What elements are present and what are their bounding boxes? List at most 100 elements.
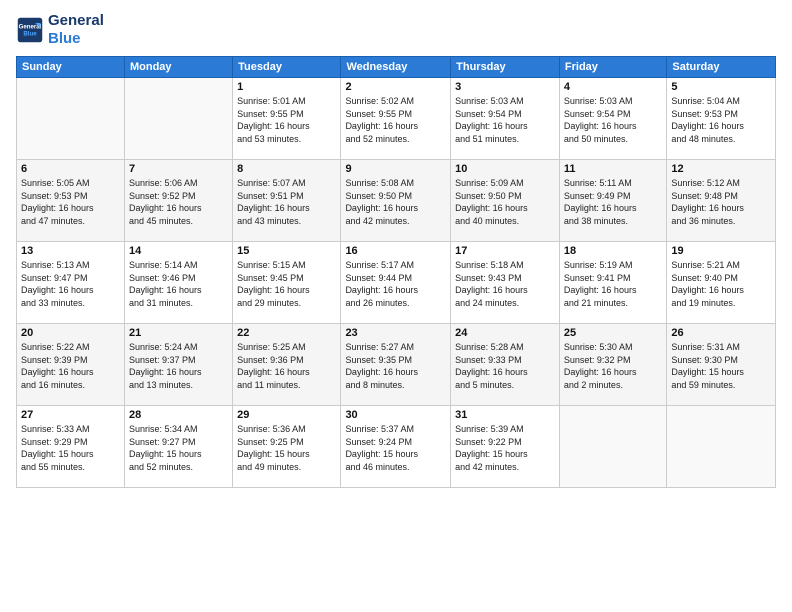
calendar-cell: 26 Sunrise: 5:31 AM Sunset: 9:30 PM Dayli… <box>667 324 776 406</box>
calendar-cell: 21Sunrise: 5:24 AM Sunset: 9:37 PM Dayli… <box>124 324 232 406</box>
day-info: Sunrise: 5:17 AM Sunset: 9:44 PM Dayligh… <box>345 259 446 309</box>
day-number: 27 <box>21 409 120 421</box>
calendar-cell <box>559 406 666 488</box>
day-number: 8 <box>237 163 336 175</box>
col-header-saturday: Saturday <box>667 57 776 78</box>
day-number: 26 <box>671 327 771 339</box>
day-info: Sunrise: 5:30 AM Sunset: 9:32 PM Dayligh… <box>564 341 662 391</box>
day-number: 12 <box>671 163 771 175</box>
day-info: Sunrise: 5:22 AM Sunset: 9:39 PM Dayligh… <box>21 341 120 391</box>
calendar-cell: 9Sunrise: 5:08 AM Sunset: 9:50 PM Daylig… <box>341 160 451 242</box>
day-info: Sunrise: 5:11 AM Sunset: 9:49 PM Dayligh… <box>564 177 662 227</box>
svg-text:Blue: Blue <box>23 30 37 37</box>
day-info: Sunrise: 5:14 AM Sunset: 9:46 PM Dayligh… <box>129 259 228 309</box>
day-number: 11 <box>564 163 662 175</box>
day-info: Sunrise: 5:05 AM Sunset: 9:53 PM Dayligh… <box>21 177 120 227</box>
calendar-cell: 2 Sunrise: 5:02 AM Sunset: 9:55 PM Daylig… <box>341 78 451 160</box>
calendar-cell <box>124 78 232 160</box>
logo: General Blue General Blue <box>16 12 104 48</box>
day-info: Sunrise: 5:24 AM Sunset: 9:37 PM Dayligh… <box>129 341 228 391</box>
day-number: 25 <box>564 327 662 339</box>
col-header-friday: Friday <box>559 57 666 78</box>
day-info: Sunrise: 5:07 AM Sunset: 9:51 PM Dayligh… <box>237 177 336 227</box>
day-number: 3 <box>455 81 555 93</box>
calendar: SundayMondayTuesdayWednesdayThursdayFrid… <box>16 56 776 488</box>
col-header-thursday: Thursday <box>451 57 560 78</box>
day-number: 18 <box>564 245 662 257</box>
calendar-cell: 25 Sunrise: 5:30 AM Sunset: 9:32 PM Dayli… <box>559 324 666 406</box>
day-number: 19 <box>671 245 771 257</box>
day-number: 24 <box>455 327 555 339</box>
day-info: Sunrise: 5:36 AM Sunset: 9:25 PM Dayligh… <box>237 423 336 473</box>
day-info: Sunrise: 5:03 AM Sunset: 9:54 PM Dayligh… <box>455 95 555 145</box>
day-number: 13 <box>21 245 120 257</box>
day-info: Sunrise: 5:09 AM Sunset: 9:50 PM Dayligh… <box>455 177 555 227</box>
day-number: 9 <box>345 163 446 175</box>
day-info: Sunrise: 5:13 AM Sunset: 9:47 PM Dayligh… <box>21 259 120 309</box>
day-number: 17 <box>455 245 555 257</box>
day-info: Sunrise: 5:04 AM Sunset: 9:53 PM Dayligh… <box>671 95 771 145</box>
day-info: Sunrise: 5:33 AM Sunset: 9:29 PM Dayligh… <box>21 423 120 473</box>
day-info: Sunrise: 5:18 AM Sunset: 9:43 PM Dayligh… <box>455 259 555 309</box>
calendar-cell: 10 Sunrise: 5:09 AM Sunset: 9:50 PM Dayli… <box>451 160 560 242</box>
calendar-cell: 30 Sunrise: 5:37 AM Sunset: 9:24 PM Dayli… <box>341 406 451 488</box>
page-header: General Blue General Blue <box>16 12 776 48</box>
day-number: 16 <box>345 245 446 257</box>
calendar-cell: 5 Sunrise: 5:04 AM Sunset: 9:53 PM Daylig… <box>667 78 776 160</box>
day-info: Sunrise: 5:12 AM Sunset: 9:48 PM Dayligh… <box>671 177 771 227</box>
col-header-monday: Monday <box>124 57 232 78</box>
calendar-cell: 6 Sunrise: 5:05 AM Sunset: 9:53 PM Daylig… <box>17 160 125 242</box>
calendar-cell: 1 Sunrise: 5:01 AM Sunset: 9:55 PM Daylig… <box>233 78 341 160</box>
calendar-cell: 8 Sunrise: 5:07 AM Sunset: 9:51 PM Daylig… <box>233 160 341 242</box>
calendar-cell: 31 Sunrise: 5:39 AM Sunset: 9:22 PM Dayli… <box>451 406 560 488</box>
calendar-cell <box>667 406 776 488</box>
day-number: 14 <box>129 245 228 257</box>
day-info: Sunrise: 5:21 AM Sunset: 9:40 PM Dayligh… <box>671 259 771 309</box>
day-number: 15 <box>237 245 336 257</box>
day-number: 5 <box>671 81 771 93</box>
day-number: 10 <box>455 163 555 175</box>
calendar-cell: 17 Sunrise: 5:18 AM Sunset: 9:43 PM Dayli… <box>451 242 560 324</box>
day-info: Sunrise: 5:02 AM Sunset: 9:55 PM Dayligh… <box>345 95 446 145</box>
day-info: Sunrise: 5:06 AM Sunset: 9:52 PM Dayligh… <box>129 177 228 227</box>
logo-text: General Blue <box>48 12 104 48</box>
day-number: 7 <box>129 163 228 175</box>
calendar-cell: 3 Sunrise: 5:03 AM Sunset: 9:54 PM Daylig… <box>451 78 560 160</box>
day-number: 22 <box>237 327 336 339</box>
calendar-cell: 16 Sunrise: 5:17 AM Sunset: 9:44 PM Dayli… <box>341 242 451 324</box>
calendar-cell: 11 Sunrise: 5:11 AM Sunset: 9:49 PM Dayli… <box>559 160 666 242</box>
calendar-cell: 28 Sunrise: 5:34 AM Sunset: 9:27 PM Dayli… <box>124 406 232 488</box>
day-info: Sunrise: 5:39 AM Sunset: 9:22 PM Dayligh… <box>455 423 555 473</box>
day-info: Sunrise: 5:19 AM Sunset: 9:41 PM Dayligh… <box>564 259 662 309</box>
day-info: Sunrise: 5:03 AM Sunset: 9:54 PM Dayligh… <box>564 95 662 145</box>
calendar-cell: 18 Sunrise: 5:19 AM Sunset: 9:41 PM Dayli… <box>559 242 666 324</box>
calendar-cell: 15Sunrise: 5:15 AM Sunset: 9:45 PM Dayli… <box>233 242 341 324</box>
day-info: Sunrise: 5:01 AM Sunset: 9:55 PM Dayligh… <box>237 95 336 145</box>
calendar-cell: 19 Sunrise: 5:21 AM Sunset: 9:40 PM Dayli… <box>667 242 776 324</box>
day-number: 23 <box>345 327 446 339</box>
day-info: Sunrise: 5:34 AM Sunset: 9:27 PM Dayligh… <box>129 423 228 473</box>
calendar-cell <box>17 78 125 160</box>
day-info: Sunrise: 5:25 AM Sunset: 9:36 PM Dayligh… <box>237 341 336 391</box>
day-number: 2 <box>345 81 446 93</box>
day-number: 20 <box>21 327 120 339</box>
day-number: 28 <box>129 409 228 421</box>
col-header-wednesday: Wednesday <box>341 57 451 78</box>
calendar-cell: 12 Sunrise: 5:12 AM Sunset: 9:48 PM Dayli… <box>667 160 776 242</box>
day-info: Sunrise: 5:31 AM Sunset: 9:30 PM Dayligh… <box>671 341 771 391</box>
day-number: 30 <box>345 409 446 421</box>
day-info: Sunrise: 5:27 AM Sunset: 9:35 PM Dayligh… <box>345 341 446 391</box>
day-number: 4 <box>564 81 662 93</box>
day-number: 6 <box>21 163 120 175</box>
day-number: 29 <box>237 409 336 421</box>
day-info: Sunrise: 5:28 AM Sunset: 9:33 PM Dayligh… <box>455 341 555 391</box>
calendar-cell: 20 Sunrise: 5:22 AM Sunset: 9:39 PM Dayli… <box>17 324 125 406</box>
day-number: 1 <box>237 81 336 93</box>
day-info: Sunrise: 5:37 AM Sunset: 9:24 PM Dayligh… <box>345 423 446 473</box>
calendar-cell: 14 Sunrise: 5:14 AM Sunset: 9:46 PM Dayli… <box>124 242 232 324</box>
col-header-tuesday: Tuesday <box>233 57 341 78</box>
day-number: 31 <box>455 409 555 421</box>
calendar-cell: 24 Sunrise: 5:28 AM Sunset: 9:33 PM Dayli… <box>451 324 560 406</box>
calendar-cell: 4 Sunrise: 5:03 AM Sunset: 9:54 PM Daylig… <box>559 78 666 160</box>
calendar-cell: 23 Sunrise: 5:27 AM Sunset: 9:35 PM Dayli… <box>341 324 451 406</box>
